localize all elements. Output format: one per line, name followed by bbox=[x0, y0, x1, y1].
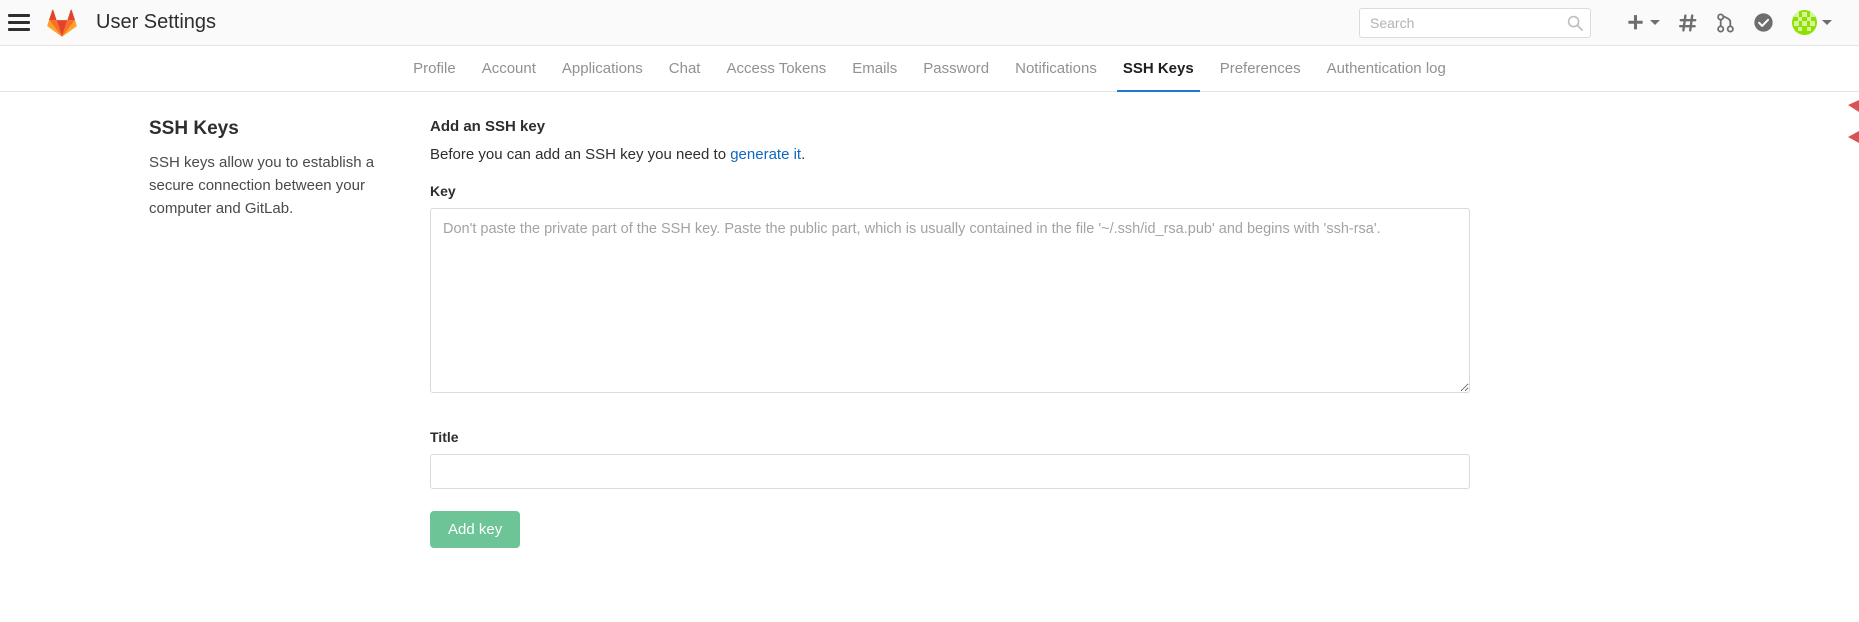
key-field-group: Key bbox=[430, 183, 1470, 398]
sidebar-heading: SSH Keys bbox=[149, 118, 239, 139]
tab-authentication-log[interactable]: Authentication log bbox=[1314, 46, 1459, 91]
ssh-key-form: Add an SSH key Before you can add an SSH… bbox=[430, 118, 1610, 548]
tab-password[interactable]: Password bbox=[910, 46, 1002, 91]
triangle-marker-icon bbox=[1848, 100, 1859, 112]
title-label: Title bbox=[430, 429, 459, 445]
edge-marker-bottom bbox=[1845, 130, 1859, 144]
add-key-button[interactable]: Add key bbox=[430, 511, 521, 548]
sidebar-description: SSH keys allow you to establish a secure… bbox=[149, 154, 375, 217]
tab-applications[interactable]: Applications bbox=[549, 46, 656, 91]
tab-account[interactable]: Account bbox=[469, 46, 549, 91]
page-content: SSH Keys SSH keys allow you to establish… bbox=[0, 92, 1859, 548]
form-hint-prefix: Before you can add an SSH key you need t… bbox=[430, 146, 731, 163]
tab-notifications[interactable]: Notifications bbox=[1002, 46, 1110, 91]
merge-requests-button[interactable] bbox=[1707, 6, 1744, 40]
title-field-group: Title bbox=[430, 429, 1470, 489]
form-hint-suffix: . bbox=[801, 146, 806, 163]
tab-preferences[interactable]: Preferences bbox=[1207, 46, 1314, 91]
form-heading: Add an SSH key bbox=[430, 118, 546, 135]
settings-tabs: Profile Account Applications Chat Access… bbox=[0, 46, 1859, 92]
form-hint: Before you can add an SSH key you need t… bbox=[430, 146, 1470, 163]
tab-emails[interactable]: Emails bbox=[839, 46, 910, 91]
user-menu-button[interactable] bbox=[1783, 6, 1841, 40]
search-box[interactable] bbox=[1359, 7, 1591, 38]
navbar-icon-group bbox=[1617, 6, 1841, 40]
plus-icon bbox=[1628, 15, 1643, 30]
edge-marker-top bbox=[1845, 100, 1859, 114]
tab-chat[interactable]: Chat bbox=[656, 46, 714, 91]
tab-access-tokens[interactable]: Access Tokens bbox=[713, 46, 839, 91]
issues-button[interactable] bbox=[1669, 6, 1707, 40]
todos-button[interactable] bbox=[1744, 6, 1783, 40]
chevron-down-icon[interactable] bbox=[1822, 20, 1832, 25]
key-label: Key bbox=[430, 183, 456, 199]
issues-hash-icon bbox=[1679, 13, 1697, 32]
tab-ssh-keys[interactable]: SSH Keys bbox=[1110, 46, 1207, 92]
page-title: User Settings bbox=[96, 11, 217, 33]
gitlab-logo-icon[interactable] bbox=[40, 1, 84, 45]
settings-sidebar-info: SSH Keys SSH keys allow you to establish… bbox=[0, 118, 430, 548]
new-item-button[interactable] bbox=[1617, 6, 1669, 40]
key-input[interactable] bbox=[430, 208, 1470, 393]
avatar-identicon bbox=[1792, 10, 1817, 35]
todos-check-icon bbox=[1754, 13, 1773, 32]
tab-profile[interactable]: Profile bbox=[400, 46, 469, 91]
search-input[interactable] bbox=[1359, 7, 1591, 38]
generate-it-link[interactable]: generate it bbox=[730, 146, 801, 163]
merge-requests-icon bbox=[1717, 13, 1734, 32]
hamburger-icon[interactable] bbox=[4, 14, 34, 31]
top-navbar: User Settings bbox=[0, 0, 1859, 46]
triangle-marker-icon bbox=[1848, 131, 1859, 143]
title-input[interactable] bbox=[430, 454, 1470, 489]
avatar[interactable] bbox=[1792, 10, 1817, 35]
chevron-down-icon[interactable] bbox=[1650, 20, 1660, 25]
